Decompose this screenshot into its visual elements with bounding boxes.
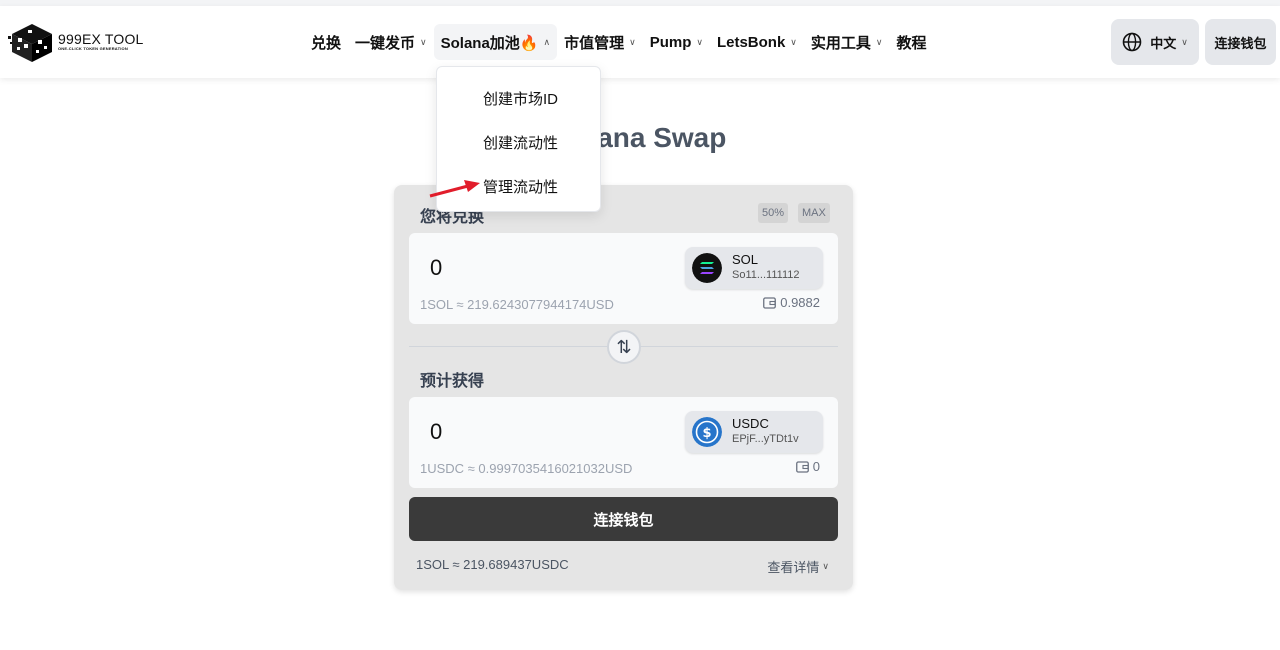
to-amount-output: 0 (430, 419, 443, 444)
chevron-down-icon: ∨ (696, 36, 703, 47)
nav-item-tools[interactable]: 实用工具 ∨ (804, 24, 890, 60)
logo-title: 999EX TOOL (58, 31, 144, 47)
menu-item-create-market-id[interactable]: 创建市场ID (483, 88, 558, 109)
nav-item-tutorial[interactable]: 教程 (890, 24, 934, 60)
from-amount-input[interactable]: 0 (430, 255, 442, 281)
chevron-down-icon: ∨ (629, 36, 636, 47)
from-box: 0 SOL So11...111112 1SOL ≈ 219.624307794… (409, 233, 838, 324)
language-label: 中文 (1150, 35, 1177, 51)
language-selector[interactable]: 中文 ∨ (1111, 19, 1199, 65)
chevron-up-icon: ∧ (543, 36, 551, 47)
logo[interactable]: 999EX TOOL ONE-CLICK TOKEN GENERATION (8, 20, 144, 64)
nav-item-token-launch[interactable]: 一键发币 ∨ (348, 24, 434, 60)
chevron-down-icon: ∨ (875, 36, 883, 47)
main-nav: 兑换 一键发币 ∨ Solana加池🔥 ∧ 市值管理 ∨ Pump ∨ LetsBonk… (304, 24, 934, 60)
to-token-selector[interactable]: $ USDC EPjF...yTDt1v (685, 411, 823, 453)
to-box: 0 $ USDC EPjF...yTDt1v 1USDC ≈ 0.9997035… (409, 397, 838, 488)
to-token-address: EPjF...yTDt1v (732, 433, 799, 445)
red-arrow-annotation-icon (429, 180, 480, 198)
from-token-selector[interactable]: SOL So11...111112 (685, 247, 823, 289)
view-details-toggle[interactable]: 查看详情 ∨ (767, 557, 829, 576)
exchange-rate: 1SOL ≈ 219.689437USDC (416, 557, 569, 572)
nav-item-solana-pool[interactable]: Solana加池🔥 ∧ (433, 24, 558, 60)
swap-card: 您将兑换 50% MAX 0 SOL So11...111112 1SOL ≈ … (394, 185, 853, 590)
chevron-down-icon: ∨ (790, 36, 797, 47)
to-label: 预计获得 (420, 373, 485, 390)
from-usd-rate: 1SOL ≈ 219.6243077944174USD (420, 297, 614, 312)
logo-cube-icon (8, 24, 52, 62)
connect-wallet-button[interactable]: 连接钱包 (409, 497, 838, 541)
usdc-icon: $ (692, 417, 722, 447)
svg-text:$: $ (702, 426, 711, 441)
wallet-icon (763, 296, 777, 309)
connect-wallet-header-button[interactable]: 连接钱包 (1205, 19, 1276, 65)
menu-item-manage-liquidity[interactable]: 管理流动性 (483, 176, 558, 197)
header: 999EX TOOL ONE-CLICK TOKEN GENERATION 兑换… (0, 6, 1280, 78)
wallet-icon (795, 460, 809, 473)
menu-item-create-liquidity[interactable]: 创建流动性 (483, 132, 558, 153)
half-button[interactable]: 50% (758, 203, 789, 223)
globe-icon (1122, 32, 1142, 52)
chevron-down-icon: ∨ (420, 36, 427, 47)
from-balance: 0.9882 (763, 295, 820, 310)
swap-arrows-icon: ⇅ (616, 336, 632, 357)
max-button[interactable]: MAX (798, 203, 830, 223)
nav-item-pump[interactable]: Pump ∨ (643, 24, 710, 60)
chevron-down-icon: ∨ (822, 561, 829, 571)
swap-direction-button[interactable]: ⇅ (607, 330, 641, 364)
sol-icon (692, 253, 722, 283)
from-token-symbol: SOL (732, 252, 759, 267)
chevron-down-icon: ∨ (1181, 36, 1188, 47)
to-usd-rate: 1USDC ≈ 0.9997035416021032USD (420, 461, 633, 476)
nav-item-swap[interactable]: 兑换 (304, 24, 348, 60)
to-balance: 0 (795, 459, 820, 474)
page-title: Solana Swap (553, 122, 727, 153)
to-token-symbol: USDC (732, 416, 769, 431)
from-token-address: So11...111112 (732, 269, 800, 281)
logo-subtitle: ONE-CLICK TOKEN GENERATION (58, 46, 128, 51)
nav-item-letsbonk[interactable]: LetsBonk ∨ (710, 24, 804, 60)
nav-item-market-cap[interactable]: 市值管理 ∨ (557, 24, 643, 60)
